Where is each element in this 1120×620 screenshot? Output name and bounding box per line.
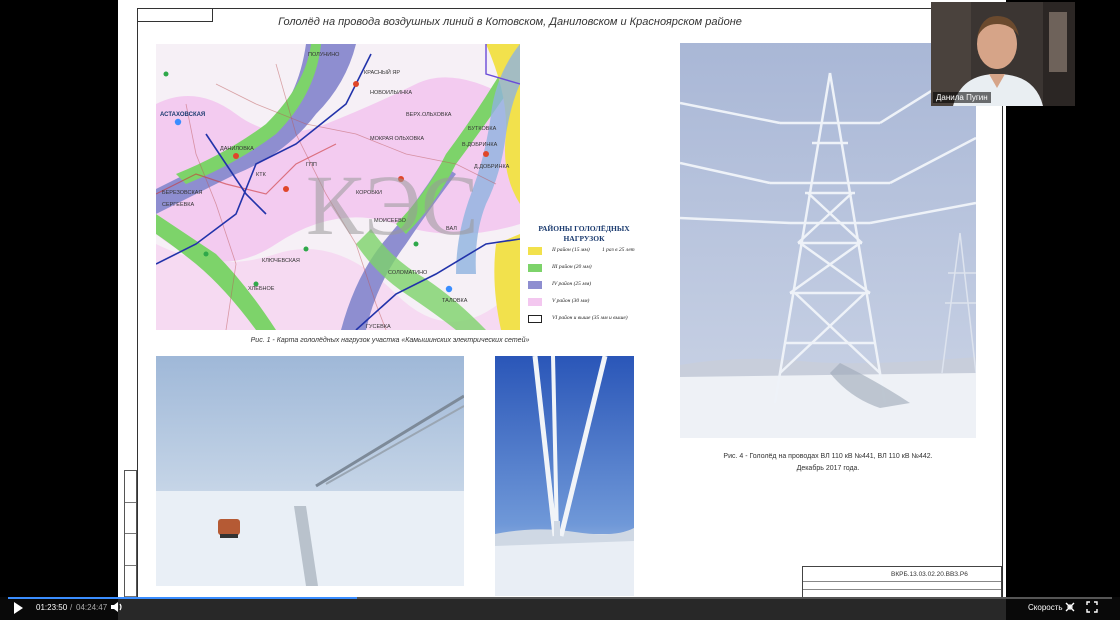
photo4-caption-line1: Рис. 4 - Гололёд на проводах ВЛ 110 кВ №… xyxy=(723,453,933,460)
legend-row: VI район и выше (35 мм и выше) xyxy=(528,312,648,329)
map-label-khlebnoe: ХЛЕБНОЕ xyxy=(248,286,275,292)
legend-label: III район (20 мм) xyxy=(552,264,592,270)
map-label-butkovka: БУТКОВКА xyxy=(468,126,497,132)
document-title: Гололёд на провода воздушных линий в Кот… xyxy=(278,16,742,28)
photo-iced-wires xyxy=(495,356,634,596)
progress-bar[interactable] xyxy=(8,597,1112,599)
side-strip xyxy=(124,470,137,598)
map-label-guseva: ГУСЕВКА xyxy=(366,324,391,330)
map-label-talovka: ТАЛОВКА xyxy=(442,298,468,304)
settings-icon[interactable] xyxy=(1064,601,1076,615)
legend-label: V район (30 мм) xyxy=(552,298,590,304)
map-label-novoolshanka: НОВОИЛЬИНКА xyxy=(370,90,412,96)
webcam-feed xyxy=(931,2,1075,106)
legend-swatch xyxy=(528,315,542,323)
play-icon[interactable] xyxy=(14,602,23,614)
legend-row: V район (30 мм) xyxy=(528,295,648,312)
map-caption: Рис. 1 - Карта гололёдных нагрузок участ… xyxy=(250,337,530,344)
drawing-title-block: ВКРБ.13.03.02.20.ВВЗ.Р6 xyxy=(802,566,1002,598)
drawing-code: ВКРБ.13.03.02.20.ВВЗ.Р6 xyxy=(891,571,968,578)
webcam-participant-name: Данила Пугин xyxy=(933,92,991,103)
map-graphic: АСТАХОВСКАЯ ДАНИЛОВКА БЕРЕЗОВСКАЯ СЕРГЕЕ… xyxy=(156,44,520,330)
video-player-controls: 01:23:50 / 04:24:47 Скорость xyxy=(0,597,1120,620)
map-label-danilovka: ДАНИЛОВКА xyxy=(220,146,254,152)
legend-note: 1 раз в 25 лет xyxy=(602,247,635,253)
map-label-sergeevka: СЕРГЕЕВКА xyxy=(162,202,194,208)
map-label-rudnya: В.ДОБРИНКА xyxy=(462,142,498,148)
volume-icon[interactable] xyxy=(110,601,124,615)
map-label-ktk: КТК xyxy=(256,172,267,178)
speed-button[interactable]: Скорость xyxy=(1028,603,1063,612)
map-label-mokraya: МОКРАЯ ОЛЬХОВКА xyxy=(370,136,424,142)
photo-foggy-field xyxy=(156,356,464,586)
legend-label: VI район и выше (35 мм и выше) xyxy=(552,315,628,321)
map-label-klyuchevskaya: КЛЮЧЕВСКАЯ xyxy=(262,258,300,264)
legend-title-2: НАГРУЗОК xyxy=(563,234,605,243)
photo4-caption-line2: Декабрь 2017 года. xyxy=(796,465,860,472)
legend-row: IV район (25 мм) xyxy=(528,278,648,295)
legend-row: II район (15 мм) 1 раз в 25 лет xyxy=(528,244,648,261)
legend-swatch xyxy=(528,247,542,255)
legend-label: IV район (25 мм) xyxy=(552,281,592,287)
map-legend: РАЙОНЫ ГОЛОЛЁДНЫХ НАГРУЗОК II район (15 … xyxy=(520,218,648,330)
current-time: 01:23:50 xyxy=(36,603,68,612)
time-separator: / xyxy=(70,603,73,612)
fullscreen-icon[interactable] xyxy=(1086,601,1098,615)
map-watermark: КЭС xyxy=(306,157,479,253)
map-label-solomatino: СОЛОМАТИНО xyxy=(388,270,428,276)
map-label-krasny-yar: КРАСНЫЙ ЯР xyxy=(364,68,400,76)
legend-swatch xyxy=(528,281,542,289)
legend-label: II район (15 мм) xyxy=(552,247,590,253)
map-label-volga-olkhovka: ВЕРХ.ОЛЬХОВКА xyxy=(406,112,452,118)
map-label-dobrinka: Д.ДОБРИНКА xyxy=(474,164,510,170)
progress-fill xyxy=(8,597,357,599)
legend-title-1: РАЙОНЫ ГОЛОЛЁДНЫХ xyxy=(538,224,630,233)
photo-iced-wires-graphic xyxy=(495,356,634,596)
map-label-astakhovskaya: АСТАХОВСКАЯ xyxy=(160,112,205,118)
map-label-berezovskaya: БЕРЕЗОВСКАЯ xyxy=(162,190,202,196)
webcam-graphic xyxy=(931,2,1075,106)
ice-load-map: АСТАХОВСКАЯ ДАНИЛОВКА БЕРЕЗОВСКАЯ СЕРГЕЕ… xyxy=(156,44,520,330)
total-time: 04:24:47 xyxy=(76,603,108,612)
map-label-polunino: ПОЛУНИНО xyxy=(308,52,340,58)
legend-swatch xyxy=(528,298,542,306)
photo-foggy-field-graphic xyxy=(156,356,464,586)
photo4-caption: Рис. 4 - Гололёд на проводах ВЛ 110 кВ №… xyxy=(680,451,976,475)
legend-row: III район (20 мм) xyxy=(528,261,648,278)
legend-swatch xyxy=(528,264,542,272)
